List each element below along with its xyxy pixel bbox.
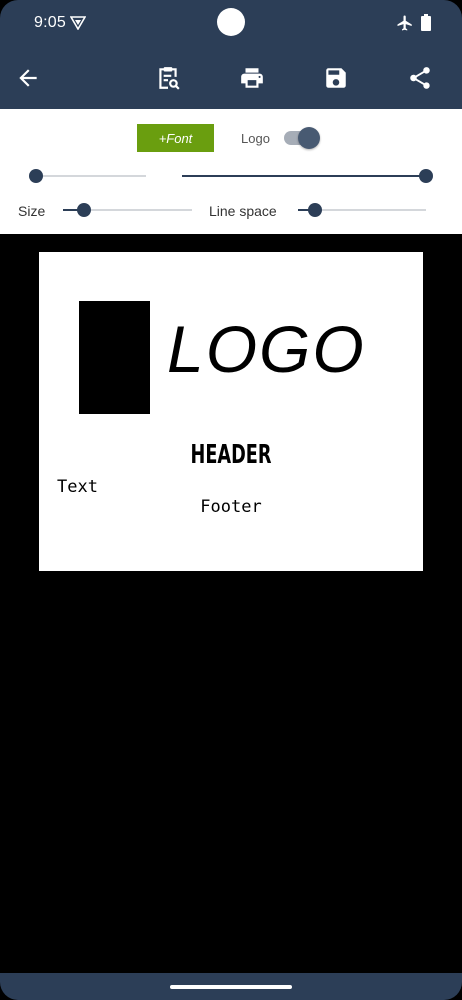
share-button[interactable] [402,60,438,96]
arrow-back-icon [19,69,37,87]
clipboard-search-icon [159,67,180,90]
left-slider[interactable] [29,168,146,184]
slider-rail [36,175,146,177]
size-label: Size [18,203,46,219]
slider-knob[interactable] [29,169,43,183]
logo-toggle-label: Logo [241,131,270,146]
camera-cutout [217,8,245,36]
preview-button[interactable] [150,60,186,96]
share-icon [410,67,430,89]
home-gesture-handle[interactable] [170,985,292,989]
back-button[interactable] [10,60,46,96]
logo-text: LOGO [167,312,366,386]
print-button[interactable] [234,60,270,96]
airplane-icon [397,15,412,31]
slider-knob[interactable] [307,203,322,217]
print-icon [241,68,263,88]
status-time: 9:05 [34,14,66,31]
save-button[interactable] [318,60,354,96]
vpn-icon [70,16,86,30]
line-space-label: Line space [209,203,277,219]
label-preview: LOGO HEADER Text Footer [39,252,423,571]
size-slider[interactable] [63,202,192,218]
logo-toggle[interactable] [282,125,322,151]
right-slider[interactable] [182,168,433,184]
slider-fill [182,175,426,177]
label-header: HEADER [190,440,272,470]
app-bar: 9:05 [0,0,462,109]
save-icon [326,68,346,88]
phone-screen: 9:05 +Font Logo Size Line space LOGO HEA… [0,0,462,1000]
slider-knob[interactable] [76,203,91,217]
battery-icon [421,14,431,31]
label-text: Text [57,477,98,497]
slider-knob[interactable] [419,169,433,183]
toggle-thumb [298,127,320,149]
controls-panel: +Font Logo Size Line space [0,109,462,234]
add-font-button[interactable]: +Font [137,124,214,152]
logo-placeholder-image [79,301,150,414]
label-footer: Footer [200,497,262,517]
line-space-slider[interactable] [298,202,426,218]
navigation-bar [0,973,462,1000]
